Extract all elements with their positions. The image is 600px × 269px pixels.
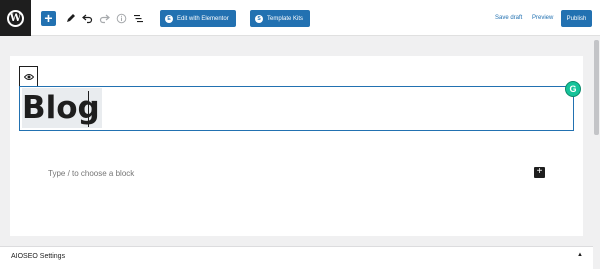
info-icon[interactable] bbox=[113, 10, 129, 26]
undo-icon[interactable] bbox=[79, 10, 95, 26]
aioseo-settings-title: AIOSEO Settings bbox=[11, 253, 66, 260]
block-visibility-toolbar[interactable] bbox=[19, 66, 38, 86]
add-block-button[interactable]: + bbox=[41, 11, 56, 26]
block-placeholder[interactable]: Type / to choose a block bbox=[48, 169, 134, 178]
editor-canvas bbox=[10, 56, 583, 236]
edit-with-elementor-button[interactable]: E Edit with Elementor bbox=[160, 10, 236, 27]
publish-button[interactable]: Publish bbox=[561, 10, 592, 27]
inline-add-block-button[interactable]: + bbox=[534, 167, 545, 178]
elementor-icon: E bbox=[165, 14, 173, 23]
post-title-text[interactable]: Blog bbox=[22, 88, 102, 128]
template-kits-button[interactable]: S Template Kits bbox=[250, 10, 311, 27]
text-caret bbox=[88, 91, 89, 127]
chevron-up-icon[interactable]: ▲ bbox=[577, 252, 583, 258]
list-view-icon[interactable] bbox=[130, 10, 146, 26]
template-kits-icon: S bbox=[255, 14, 263, 23]
aioseo-settings-panel[interactable]: AIOSEO Settings ▲ bbox=[0, 246, 593, 269]
redo-icon[interactable] bbox=[96, 10, 112, 26]
wordpress-logo-button[interactable]: W bbox=[0, 0, 31, 36]
eye-icon bbox=[23, 73, 34, 80]
wordpress-logo-icon: W bbox=[7, 9, 24, 27]
template-kits-label: Template Kits bbox=[267, 15, 304, 22]
edit-with-elementor-label: Edit with Elementor bbox=[177, 15, 229, 22]
save-draft-button[interactable]: Save draft bbox=[495, 15, 522, 21]
preview-button[interactable]: Preview bbox=[532, 15, 553, 21]
grammarly-icon[interactable]: G bbox=[565, 81, 581, 97]
editor-scrollbar-thumb[interactable] bbox=[594, 40, 599, 135]
pencil-icon[interactable] bbox=[62, 10, 78, 26]
post-title-block[interactable] bbox=[19, 86, 574, 131]
editor-top-toolbar: W + E Edit with Elementor S Template Kit… bbox=[0, 0, 600, 36]
